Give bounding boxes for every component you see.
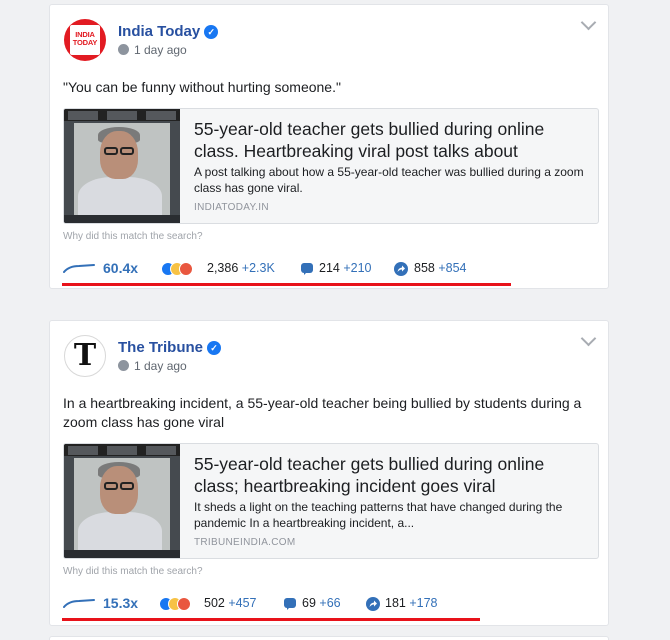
why-match-link[interactable]: Why did this match the search?: [63, 231, 203, 242]
comments-count[interactable]: 69 +66: [302, 596, 341, 610]
link-preview[interactable]: 55-year-old teacher gets bullied during …: [63, 443, 599, 559]
comments-count[interactable]: 214 +210: [319, 261, 372, 275]
reactions-count[interactable]: 502 +457: [204, 596, 257, 610]
post-card-partial: [49, 636, 609, 640]
post-card: T The Tribune ✓ 1 day ago In a heartbreak…: [49, 320, 609, 626]
post-timestamp[interactable]: 1 day ago: [118, 359, 187, 373]
page-avatar[interactable]: T: [64, 335, 106, 377]
link-domain: INDIATODAY.IN: [194, 202, 269, 213]
post-timestamp[interactable]: 1 day ago: [118, 43, 187, 57]
share-icon: [366, 597, 380, 611]
overperforming-score[interactable]: 15.3x: [103, 595, 138, 611]
link-domain: TRIBUNEINDIA.COM: [194, 537, 296, 548]
sparkline-icon: [63, 599, 95, 608]
shares-count[interactable]: 181 +178: [385, 596, 438, 610]
verified-check-icon: ✓: [207, 341, 222, 355]
post-card: INDIA TODAY India Today ✓ 1 day ago "You …: [49, 4, 609, 289]
globe-icon: [118, 360, 129, 371]
link-title[interactable]: 55-year-old teacher gets bullied during …: [194, 118, 590, 162]
link-thumbnail: [64, 444, 180, 558]
highlight-underline: [62, 618, 480, 621]
globe-icon: [118, 44, 129, 55]
highlight-underline: [62, 283, 511, 286]
chevron-down-icon[interactable]: [580, 330, 597, 347]
link-description: A post talking about how a 55-year-old t…: [194, 165, 584, 195]
shares-count[interactable]: 858 +854: [414, 261, 467, 275]
link-preview[interactable]: 55-year-old teacher gets bullied during …: [63, 108, 599, 224]
share-icon: [394, 262, 408, 276]
post-stats: 15.3x 502 +457 69 +66 181 +178: [63, 594, 603, 614]
reactions-count[interactable]: 2,386 +2.3K: [207, 261, 275, 275]
verified-check-icon: ✓: [204, 25, 219, 39]
sparkline-icon: [63, 264, 95, 273]
reactions-icon: [159, 597, 203, 613]
chevron-down-icon[interactable]: [580, 14, 597, 31]
overperforming-score[interactable]: 60.4x: [103, 260, 138, 276]
link-title[interactable]: 55-year-old teacher gets bullied during …: [194, 453, 590, 497]
comment-icon: [301, 263, 313, 275]
post-message: In a heartbreaking incident, a 55-year-o…: [63, 395, 582, 430]
post-stats: 60.4x 2,386 +2.3K 214 +210 858 +854: [63, 259, 603, 279]
page-name-link[interactable]: The Tribune ✓: [118, 339, 222, 356]
link-description: It sheds a light on the teaching pattern…: [194, 500, 563, 530]
page-name-link[interactable]: India Today ✓: [118, 23, 219, 40]
post-message: "You can be funny without hurting someon…: [63, 79, 341, 95]
reactions-icon: [161, 262, 205, 278]
why-match-link[interactable]: Why did this match the search?: [63, 566, 203, 577]
link-thumbnail: [64, 109, 180, 223]
comment-icon: [284, 598, 296, 610]
page-avatar[interactable]: INDIA TODAY: [64, 19, 106, 61]
